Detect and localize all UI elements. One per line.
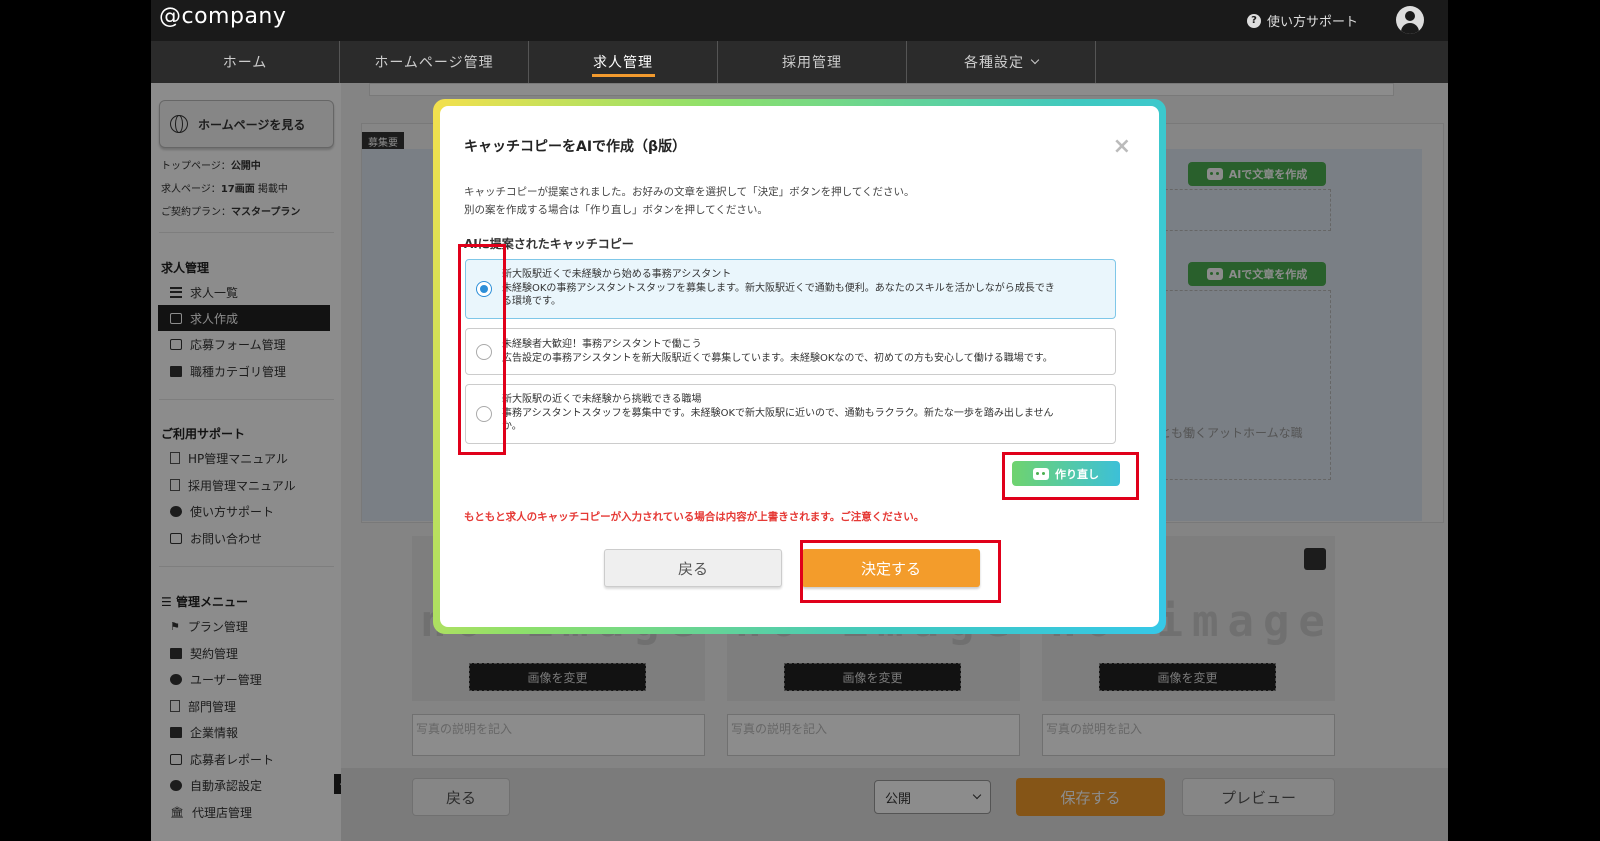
support-link[interactable]: ? 使い方サポート [1246, 11, 1358, 30]
nav-tab-settings[interactable]: 各種設定 [907, 41, 1096, 83]
ai-catchcopy-modal: キャッチコピーをAIで作成（β版） × キャッチコピーが提案されました。お好みの… [433, 99, 1166, 634]
main-nav: ホーム ホームページ管理 求人管理 採用管理 各種設定 [151, 41, 1448, 83]
suggestion-option[interactable]: 新大阪駅近くで未経験から始める事務アシスタント 未経験OKの事務アシスタントスタ… [465, 259, 1116, 319]
nav-tab-label: 各種設定 [964, 55, 1024, 71]
nav-tab-label: 求人管理 [593, 55, 653, 71]
nav-tab-label: ホームページ管理 [374, 55, 494, 71]
modal-title: キャッチコピーをAIで作成（β版） [464, 139, 687, 155]
suggestion-option[interactable]: 新大阪駅の近くで未経験から挑戦できる職場 事務アシスタントスタッフを募集中です。… [465, 384, 1116, 444]
suggestion-text: 新大阪駅近くで未経験から始める事務アシスタント 未経験OKの事務アシスタントスタ… [502, 269, 1055, 307]
regenerate-button[interactable]: 作り直し [1012, 461, 1120, 486]
nav-tab-label: ホーム [222, 55, 268, 71]
modal-body: キャッチコピーをAIで作成（β版） × キャッチコピーが提案されました。お好みの… [440, 106, 1159, 627]
top-bar: @company ? 使い方サポート [151, 0, 1448, 41]
nav-tab-homepage[interactable]: ホームページ管理 [340, 41, 529, 83]
company-logo[interactable]: @company [159, 4, 286, 29]
modal-description: キャッチコピーが提案されました。お好みの文章を選択して「決定」ボタンを押してくだ… [464, 186, 915, 198]
help-icon: ? [1246, 13, 1261, 28]
suggestion-text: 未経験者大歓迎！事務アシスタントで働こう 広告設定の事務アシスタントを新大阪駅近… [502, 339, 1053, 364]
confirm-button[interactable]: 決定する [802, 549, 980, 587]
overwrite-warning: もともと求人のキャッチコピーが入力されている場合は内容が上書きされます。ご注意く… [464, 511, 925, 523]
nav-tab-home[interactable]: ホーム [151, 41, 340, 83]
radio-button[interactable] [476, 281, 492, 297]
radio-button[interactable] [476, 406, 492, 422]
suggestions-heading: AIに提案されたキャッチコピー [464, 237, 634, 251]
nav-tab-jobs[interactable]: 求人管理 [529, 41, 718, 83]
modal-description: 別の案を作成する場合は「作り直し」ボタンを押してください。 [464, 204, 768, 216]
support-link-label: 使い方サポート [1266, 15, 1358, 30]
nav-tab-label: 採用管理 [782, 55, 842, 71]
modal-back-button[interactable]: 戻る [604, 549, 782, 587]
suggestion-text: 新大阪駅の近くで未経験から挑戦できる職場 事務アシスタントスタッフを募集中です。… [502, 394, 1054, 432]
close-icon[interactable]: × [1113, 134, 1131, 159]
chevron-down-icon [1030, 55, 1040, 65]
suggestion-option[interactable]: 未経験者大歓迎！事務アシスタントで働こう 広告設定の事務アシスタントを新大阪駅近… [465, 328, 1116, 375]
radio-button[interactable] [476, 344, 492, 360]
nav-tab-recruit[interactable]: 採用管理 [718, 41, 907, 83]
user-avatar-icon[interactable] [1396, 6, 1424, 34]
robot-icon [1033, 467, 1049, 480]
